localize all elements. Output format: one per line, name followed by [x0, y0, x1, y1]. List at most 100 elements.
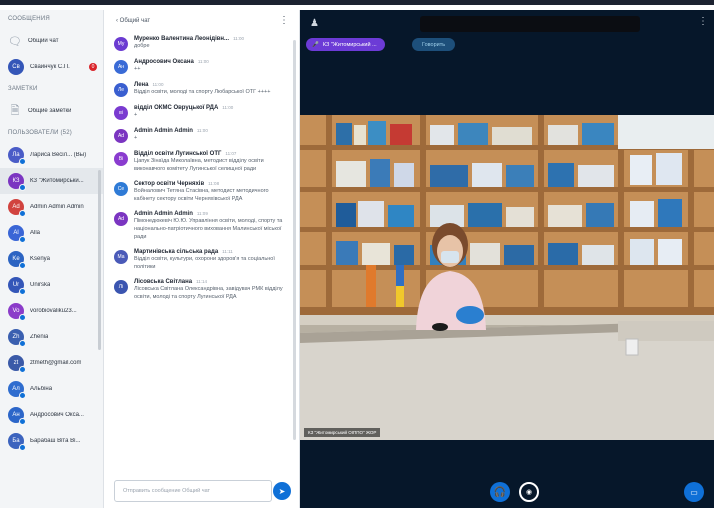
avatar: ві: [114, 106, 128, 120]
user-name: Ksenya: [30, 256, 51, 262]
avatar: Ал: [8, 381, 26, 399]
back-to-chats-link[interactable]: ‹ Общий чат: [116, 18, 150, 24]
status-icon: [19, 262, 26, 269]
avatar: Ad: [114, 129, 128, 143]
chat-message: ві відділ ОКМС Овруцької РДА 11:00 +: [104, 101, 299, 124]
status-icon: [19, 288, 26, 295]
presenter-name: КЗ "Житомирський ...: [322, 41, 377, 48]
notes-icon: 🗎: [10, 104, 20, 117]
headphones-icon: 🎧: [493, 486, 507, 498]
user-list-item[interactable]: Al Alla: [0, 220, 103, 246]
message-body: Мартинівська сільська рада 11:11 Відділ ос…: [134, 249, 291, 271]
chat-scrollbar[interactable]: [293, 40, 296, 440]
message-text: Войналович Тетяна Стасівна, методист мет…: [134, 188, 269, 202]
message-body: Сектор освіти Черняхів 11:08 Войналович Те…: [134, 181, 291, 203]
conference-app: СООБЩЕНИЯ 🗨 Общий чат Св Сваинчук С.П. 0…: [0, 0, 714, 508]
message-text: Лісовська Світлана Олександрівна, завіду…: [134, 286, 283, 300]
user-list-item[interactable]: Ан Андросович Окса...: [0, 402, 103, 428]
user-name: Андросович Окса...: [30, 412, 84, 418]
avatar: Св: [8, 59, 24, 75]
avatar: Ан: [8, 407, 26, 425]
send-button[interactable]: ➤: [273, 482, 291, 500]
message-text: Відділ освіти, культури, охорони здоров'…: [134, 256, 275, 270]
avatar: Ан: [114, 60, 128, 74]
message-time: 11:09: [196, 211, 208, 216]
user-list-item[interactable]: Ke Ksenya: [0, 246, 103, 272]
presentation-area: ♟ ⋮ 🎤 КЗ "Житомирський ... Говорить КЗ "…: [300, 10, 714, 508]
user-list-item[interactable]: Ad Admin Admin Admin: [0, 194, 103, 220]
shared-notes-label: Общие заметки: [28, 108, 72, 114]
chat-message: Ма Мартинівська сільська рада 11:11 Відділ …: [104, 245, 299, 275]
message-text: Цапук Зінаїда Миколаївна, методист відді…: [134, 158, 264, 172]
presenter-pill: 🎤 КЗ "Житомирський ...: [306, 38, 385, 51]
status-icon: [19, 366, 26, 373]
message-text: Відділ освіти, молоді та спорту Любарськ…: [134, 89, 271, 95]
user-list-item[interactable]: zt ztmeth@gmail.com: [0, 350, 103, 376]
video-frame: [300, 115, 714, 440]
message-time: 11:14: [196, 279, 208, 284]
users-scrollbar[interactable]: [98, 170, 101, 350]
presentation-button[interactable]: ▭: [684, 482, 704, 502]
message-input[interactable]: Отправить сообщение Общий чат: [114, 480, 272, 502]
message-body: Відділ освіти Лугинської ОТГ 11:07 Цапук З…: [134, 151, 291, 173]
chat-message: Ad Admin Admin Admin 11:09 Пімонедюкевіч Ю.…: [104, 207, 299, 245]
message-body: Андросович Оксана 11:00 ++: [134, 59, 291, 74]
status-icon: [19, 236, 26, 243]
avatar: Ad: [114, 212, 128, 226]
user-list-item[interactable]: Ба Барабаш Віта Ві...: [0, 428, 103, 454]
chat-message: Ан Андросович Оксана 11:00 ++: [104, 55, 299, 78]
message-time: 11:00: [197, 59, 209, 64]
chat-message: Ле Лена 11:00 Відділ освіти, молоді та спор…: [104, 78, 299, 101]
chat-message: Лі Лісовська Світлана 11:14 Лісовська Світл…: [104, 275, 299, 305]
message-time: 11:00: [152, 82, 164, 87]
user-name: Alla: [30, 230, 41, 236]
user-list-item[interactable]: Ur Unirska: [0, 272, 103, 298]
message-body: відділ ОКМС Овруцької РДА 11:00 +: [134, 105, 291, 120]
chat-message: Се Сектор освіти Черняхів 11:08 Войналович …: [104, 177, 299, 207]
message-text: добре: [134, 43, 150, 49]
avatar: КЗ: [8, 173, 26, 191]
audio-button[interactable]: 🎧: [490, 482, 510, 502]
message-body: Admin Admin Admin 11:00 +: [134, 128, 291, 143]
status-icon: [19, 418, 26, 425]
message-time: 11:00: [222, 105, 234, 110]
user-name: КЗ "Житомирськи...: [30, 178, 84, 184]
user-list-item[interactable]: Vo vorobiovaliku23...: [0, 298, 103, 324]
user-name: Альбіна: [30, 386, 53, 392]
camera-button[interactable]: ◉: [519, 482, 539, 502]
status-icon: [19, 210, 26, 217]
status-icon: [19, 392, 26, 399]
user-list-item[interactable]: Ал Альбіна: [0, 376, 103, 402]
status-pill: Говорить: [412, 38, 456, 51]
avatar: Vo: [8, 303, 26, 321]
message-time: 11:00: [196, 128, 208, 133]
public-chat-label: Общий чат: [28, 38, 59, 44]
camera-icon: ◉: [525, 489, 533, 496]
message-text: ++: [134, 66, 141, 72]
left-panel: СООБЩЕНИЯ 🗨 Общий чат Св Сваинчук С.П. 0…: [0, 10, 104, 508]
shared-notes-item[interactable]: 🗎 Общие заметки: [0, 98, 103, 124]
user-icon[interactable]: ♟: [310, 18, 319, 29]
public-chat-item[interactable]: 🗨 Общий чат: [0, 28, 103, 54]
chat-message: Му Муренко Валентина Леонідівн... 11:00 доб…: [104, 32, 299, 55]
message-time: 11:11: [222, 249, 233, 254]
chat-panel: ‹ Общий чат ⋮ Му Муренко Валентина Леонід…: [104, 10, 300, 508]
avatar: Ur: [8, 277, 26, 295]
avatar: Ві: [114, 152, 128, 166]
chat-message: Ві Відділ освіти Лугинської ОТГ 11:07 Цапук…: [104, 147, 299, 177]
direct-chat-item[interactable]: Св Сваинчук С.П. 0: [0, 54, 103, 80]
avatar: zt: [8, 355, 26, 373]
message-body: Лена 11:00 Відділ освіти, молоді та спорту…: [134, 82, 291, 97]
redacted-title: [420, 16, 640, 32]
options-icon[interactable]: ⋮: [698, 16, 708, 27]
user-name: Барабаш Віта Ві...: [30, 438, 81, 444]
more-options-icon[interactable]: ⋮: [279, 15, 289, 26]
chat-icon: 🗨: [8, 35, 22, 48]
messages-section-title: СООБЩЕНИЯ: [8, 16, 50, 22]
user-list: Ла Лариса Весіл... (Вы) КЗ КЗ "Житомирськи.…: [0, 142, 103, 454]
user-list-item[interactable]: Ла Лариса Весіл... (Вы): [0, 142, 103, 168]
status-icon: [19, 158, 26, 165]
avatar: Ле: [114, 83, 128, 97]
user-list-item[interactable]: КЗ КЗ "Житомирськи...: [0, 168, 103, 194]
user-list-item[interactable]: Zh Zhenia: [0, 324, 103, 350]
